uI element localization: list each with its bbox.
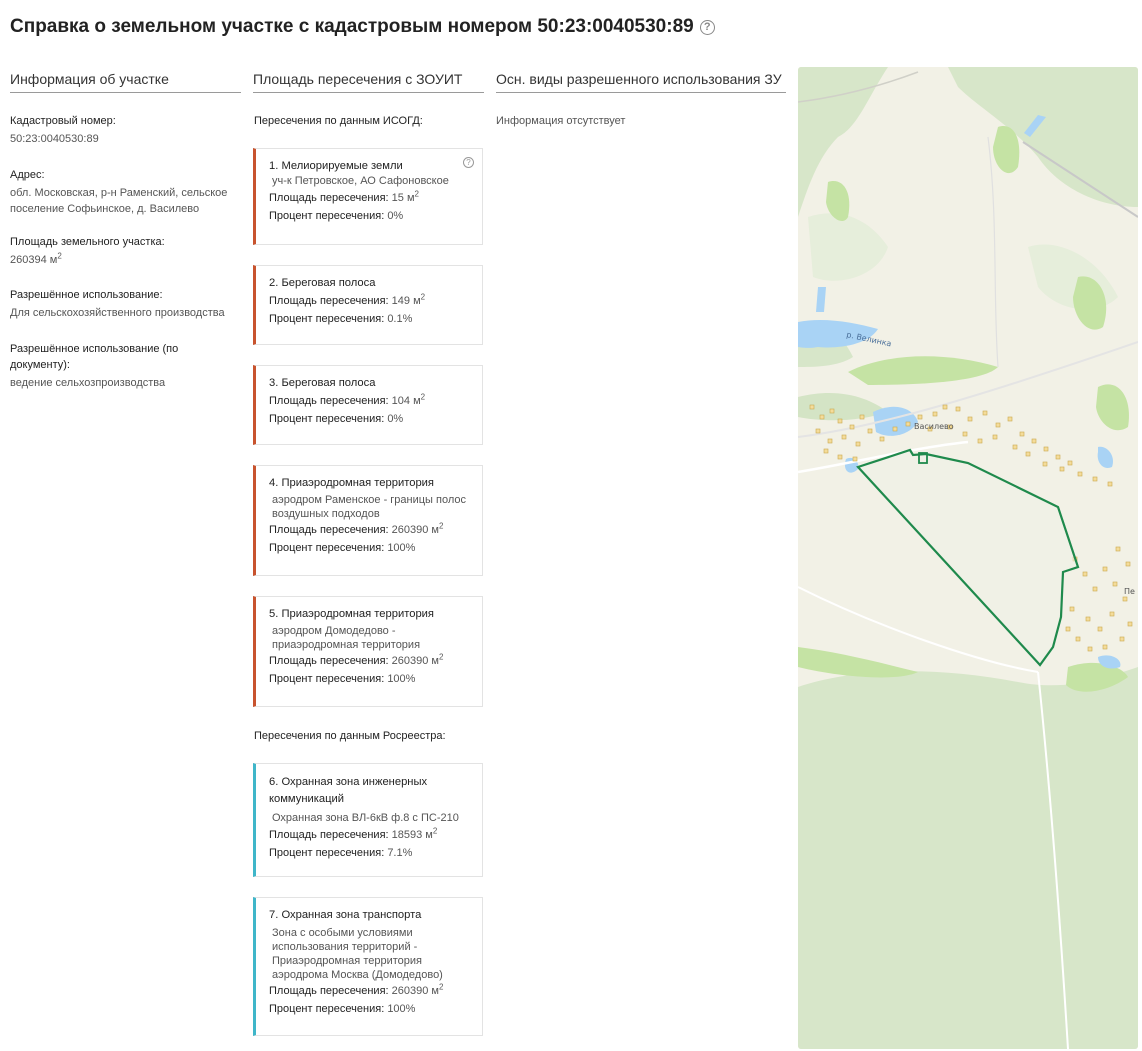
permitted-use-info: Информация отсутствует bbox=[496, 115, 626, 127]
card-percent: Процент пересечения: 7.1% bbox=[269, 847, 413, 859]
intersection-card-4: 4. Приаэродромная территория аэродром Ра… bbox=[253, 465, 483, 576]
card-percent: Процент пересечения: 100% bbox=[269, 542, 416, 554]
card-title: 2. Береговая полоса bbox=[269, 277, 376, 289]
card-subtitle: аэродром Домодедово - приаэродромная тер… bbox=[272, 625, 421, 651]
parcel-map[interactable]: р. Велинка Василево Пе bbox=[798, 67, 1138, 1049]
card-title: 5. Приаэродромная территория bbox=[269, 608, 434, 620]
card-area: Площадь пересечения: 15 м2 bbox=[269, 189, 419, 204]
card-subtitle: уч-к Петровское, АО Сафоновское bbox=[272, 175, 449, 187]
card-percent: Процент пересечения: 0.1% bbox=[269, 313, 413, 325]
card-area: Площадь пересечения: 260390 м2 bbox=[269, 982, 444, 997]
help-icon[interactable]: ? bbox=[699, 19, 715, 35]
intersection-card-5: 5. Приаэродромная территория аэродром До… bbox=[253, 596, 483, 707]
cadastral-number-value: 50:23:0040530:89 bbox=[10, 133, 99, 145]
card-percent: Процент пересечения: 0% bbox=[269, 413, 404, 425]
card-area: Площадь пересечения: 18593 м2 bbox=[269, 826, 438, 841]
area-label: Площадь земельного участка: bbox=[10, 236, 165, 248]
page-title: Справка о земельном участке с кадастровы… bbox=[10, 16, 715, 38]
column-header-intersections: Площадь пересечения с ЗОУИТ bbox=[253, 71, 484, 93]
card-title: 4. Приаэродромная территория bbox=[269, 477, 434, 489]
card-subtitle: Охранная зона ВЛ-6кВ ф.8 с ПС-210 bbox=[272, 812, 459, 824]
doc-use-value: ведение сельхозпроизводства bbox=[10, 377, 166, 389]
address-value: обл. Московская, р-н Раменский, сельское… bbox=[10, 187, 228, 215]
permitted-use-label: Разрешённое использование: bbox=[10, 289, 163, 301]
area-value: 260394 м2 bbox=[10, 251, 62, 266]
cadastral-number-label: Кадастровый номер: bbox=[10, 115, 116, 127]
cadastral-number-block: Кадастровый номер: 50:23:0040530:89 bbox=[10, 113, 242, 147]
rosreestr-heading: Пересечения по данным Росреестра: bbox=[254, 730, 446, 742]
card-title: 7. Охранная зона транспорта bbox=[269, 909, 422, 921]
area-block: Площадь земельного участка: 260394 м2 bbox=[10, 234, 242, 268]
card-subtitle: аэродром Раменское - границы полос возду… bbox=[272, 494, 467, 520]
card-area: Площадь пересечения: 260390 м2 bbox=[269, 652, 444, 667]
card-percent: Процент пересечения: 100% bbox=[269, 1003, 416, 1015]
address-block: Адрес: обл. Московская, р-н Раменский, с… bbox=[10, 167, 242, 217]
card-title: 6. Охранная зона инженерных коммуникаций bbox=[269, 776, 428, 805]
page-title-text: Справка о земельном участке с кадастровы… bbox=[10, 16, 694, 37]
card-area: Площадь пересечения: 260390 м2 bbox=[269, 521, 444, 536]
card-help-icon[interactable]: ? bbox=[463, 157, 474, 168]
card-title: 3. Береговая полоса bbox=[269, 377, 376, 389]
card-area: Площадь пересечения: 104 м2 bbox=[269, 392, 426, 407]
intersection-card-6: 6. Охранная зона инженерных коммуникаций… bbox=[253, 763, 483, 877]
isogd-heading: Пересечения по данным ИСОГД: bbox=[254, 115, 423, 127]
doc-use-label: Разрешённое использование (по документу)… bbox=[10, 343, 179, 371]
card-percent: Процент пересечения: 0% bbox=[269, 210, 404, 222]
intersection-card-1: ? 1. Мелиорируемые земли уч-к Петровское… bbox=[253, 148, 483, 245]
card-area: Площадь пересечения: 149 м2 bbox=[269, 292, 426, 307]
card-title: 1. Мелиорируемые земли bbox=[269, 160, 403, 172]
map-canvas[interactable]: р. Велинка Василево Пе bbox=[798, 67, 1138, 1049]
intersection-card-3: 3. Береговая полоса Площадь пересечения:… bbox=[253, 365, 483, 445]
column-header-permitted-use: Осн. виды разрешенного использования ЗУ bbox=[496, 71, 786, 93]
card-subtitle: Зона с особыми условиями использования т… bbox=[272, 927, 443, 981]
intersection-card-2: 2. Береговая полоса Площадь пересечения:… bbox=[253, 265, 483, 345]
card-percent: Процент пересечения: 100% bbox=[269, 673, 416, 685]
village-label: Василево bbox=[914, 422, 954, 431]
column-header-info: Информация об участке bbox=[10, 71, 241, 93]
address-label: Адрес: bbox=[10, 169, 45, 181]
intersection-card-7: 7. Охранная зона транспорта Зона с особы… bbox=[253, 897, 483, 1036]
permitted-use-block: Разрешённое использование: Для сельскохо… bbox=[10, 287, 242, 321]
village-edge-label: Пе bbox=[1124, 587, 1135, 596]
doc-use-block: Разрешённое использование (по документу)… bbox=[10, 341, 210, 391]
permitted-use-value: Для сельскохозяйственного производства bbox=[10, 307, 225, 319]
